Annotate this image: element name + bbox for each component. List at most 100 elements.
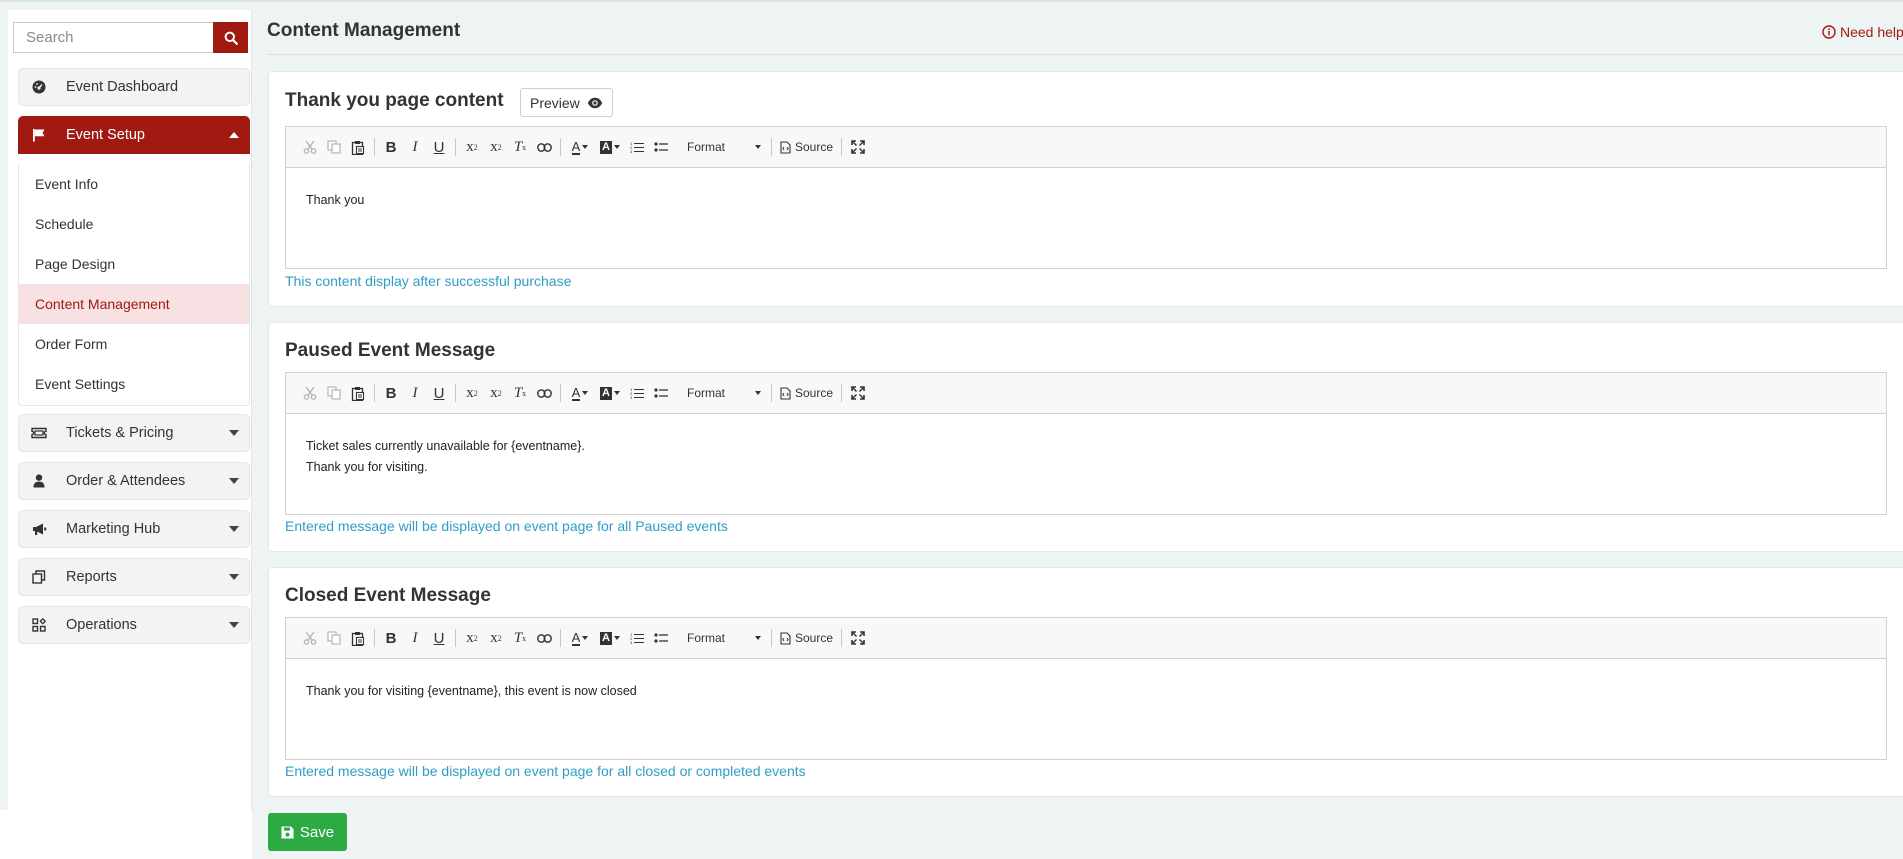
underline-icon[interactable]: U (427, 135, 451, 159)
bold-icon[interactable]: B (379, 381, 403, 405)
preview-button[interactable]: Preview (520, 88, 613, 117)
submenu-item-event-info[interactable]: Event Info (19, 164, 249, 204)
page-title: Content Management (267, 20, 461, 41)
rich-text-editor: B I U x2 x2 Tx A A 123 Format Source Tha… (285, 126, 1887, 269)
link-icon[interactable] (532, 381, 556, 405)
cut-icon[interactable] (298, 626, 322, 650)
copy-icon[interactable] (322, 135, 346, 159)
editor-content[interactable]: Thank you (286, 168, 1886, 269)
format-dropdown[interactable]: Format (677, 135, 767, 159)
cut-icon[interactable] (298, 381, 322, 405)
section-help-text: Entered message will be displayed on eve… (285, 518, 728, 534)
submenu-item-schedule[interactable]: Schedule (19, 204, 249, 244)
sidebar-item-tickets-pricing[interactable]: Tickets & Pricing (18, 414, 250, 452)
source-label: Source (795, 386, 834, 400)
superscript-icon[interactable]: x2 (484, 135, 508, 159)
subscript-icon[interactable]: x2 (460, 381, 484, 405)
source-icon (780, 386, 791, 400)
maximize-icon[interactable] (846, 626, 870, 650)
maximize-icon[interactable] (846, 381, 870, 405)
event-setup-submenu: Event Info Schedule Page Design Content … (18, 164, 250, 406)
user-icon (29, 471, 49, 491)
underline-icon[interactable]: U (427, 626, 451, 650)
subscript-icon[interactable]: x2 (460, 135, 484, 159)
need-help-link[interactable]: Need help (1822, 24, 1903, 40)
maximize-icon[interactable] (846, 135, 870, 159)
save-button[interactable]: Save (268, 813, 347, 851)
italic-icon[interactable]: I (403, 135, 427, 159)
text-color-icon[interactable]: A (565, 381, 595, 405)
submenu-item-page-design[interactable]: Page Design (19, 244, 249, 284)
search-input[interactable] (13, 22, 213, 53)
source-button[interactable]: Source (776, 135, 837, 159)
background-color-icon[interactable]: A (595, 381, 625, 405)
sidebar-item-label: Event Dashboard (66, 79, 179, 95)
sidebar-item-reports[interactable]: Reports (18, 558, 250, 596)
caret-down-icon (229, 478, 239, 484)
sidebar-item-event-setup[interactable]: Event Setup (18, 116, 250, 154)
sidebar-item-label: Event Setup (66, 127, 145, 143)
rich-text-editor: B I U x2 x2 Tx A A 123 Format Source Tic… (285, 372, 1887, 515)
bold-icon[interactable]: B (379, 135, 403, 159)
numbered-list-icon[interactable]: 123 (625, 135, 649, 159)
search-button[interactable] (213, 22, 248, 53)
bulleted-list-icon[interactable] (649, 626, 673, 650)
paste-icon[interactable] (346, 626, 370, 650)
bulleted-list-icon[interactable] (649, 135, 673, 159)
sidebar-item-label: Tickets & Pricing (66, 425, 174, 441)
background-color-icon[interactable]: A (595, 626, 625, 650)
caret-down-icon (755, 391, 761, 395)
editor-content[interactable]: Thank you for visiting {eventname}, this… (286, 659, 1886, 760)
source-button[interactable]: Source (776, 381, 837, 405)
remove-format-icon[interactable]: Tx (508, 626, 532, 650)
sidebar-item-order-attendees[interactable]: Order & Attendees (18, 462, 250, 500)
copy-icon[interactable] (322, 626, 346, 650)
sidebar-item-operations[interactable]: Operations (18, 606, 250, 644)
format-dropdown[interactable]: Format (677, 626, 767, 650)
source-button[interactable]: Source (776, 626, 837, 650)
sidebar: Event Dashboard Event Setup Event Info S… (8, 10, 252, 810)
paste-icon[interactable] (346, 381, 370, 405)
format-dropdown[interactable]: Format (677, 381, 767, 405)
underline-icon[interactable]: U (427, 381, 451, 405)
background-color-icon[interactable]: A (595, 135, 625, 159)
bulleted-list-icon[interactable] (649, 381, 673, 405)
source-label: Source (795, 631, 834, 645)
submenu-item-event-settings[interactable]: Event Settings (19, 364, 249, 404)
svg-text:3: 3 (630, 395, 633, 399)
megaphone-icon (29, 519, 49, 539)
caret-down-icon (755, 145, 761, 149)
bold-icon[interactable]: B (379, 626, 403, 650)
svg-text:3: 3 (630, 640, 633, 644)
sidebar-item-marketing-hub[interactable]: Marketing Hub (18, 510, 250, 548)
title-divider (267, 54, 1903, 55)
submenu-item-content-management[interactable]: Content Management (19, 284, 249, 324)
remove-format-icon[interactable]: Tx (508, 381, 532, 405)
section-title: Paused Event Message (285, 340, 496, 361)
section-help-text: This content display after successful pu… (285, 273, 572, 289)
numbered-list-icon[interactable]: 123 (625, 626, 649, 650)
format-label: Format (687, 631, 726, 645)
link-icon[interactable] (532, 135, 556, 159)
paste-icon[interactable] (346, 135, 370, 159)
superscript-icon[interactable]: x2 (484, 381, 508, 405)
link-icon[interactable] (532, 626, 556, 650)
caret-down-icon (229, 622, 239, 628)
submenu-item-order-form[interactable]: Order Form (19, 324, 249, 364)
text-color-icon[interactable]: A (565, 135, 595, 159)
numbered-list-icon[interactable]: 123 (625, 381, 649, 405)
preview-label: Preview (530, 94, 580, 111)
superscript-icon[interactable]: x2 (484, 626, 508, 650)
copy-icon[interactable] (322, 381, 346, 405)
flag-icon (29, 125, 49, 145)
subscript-icon[interactable]: x2 (460, 626, 484, 650)
source-label: Source (795, 140, 834, 154)
text-color-icon[interactable]: A (565, 626, 595, 650)
italic-icon[interactable]: I (403, 381, 427, 405)
editor-content[interactable]: Ticket sales currently unavailable for {… (286, 414, 1886, 515)
remove-format-icon[interactable]: Tx (508, 135, 532, 159)
sidebar-item-event-dashboard[interactable]: Event Dashboard (18, 68, 250, 106)
sidebar-item-label: Order & Attendees (66, 473, 186, 489)
italic-icon[interactable]: I (403, 626, 427, 650)
cut-icon[interactable] (298, 135, 322, 159)
